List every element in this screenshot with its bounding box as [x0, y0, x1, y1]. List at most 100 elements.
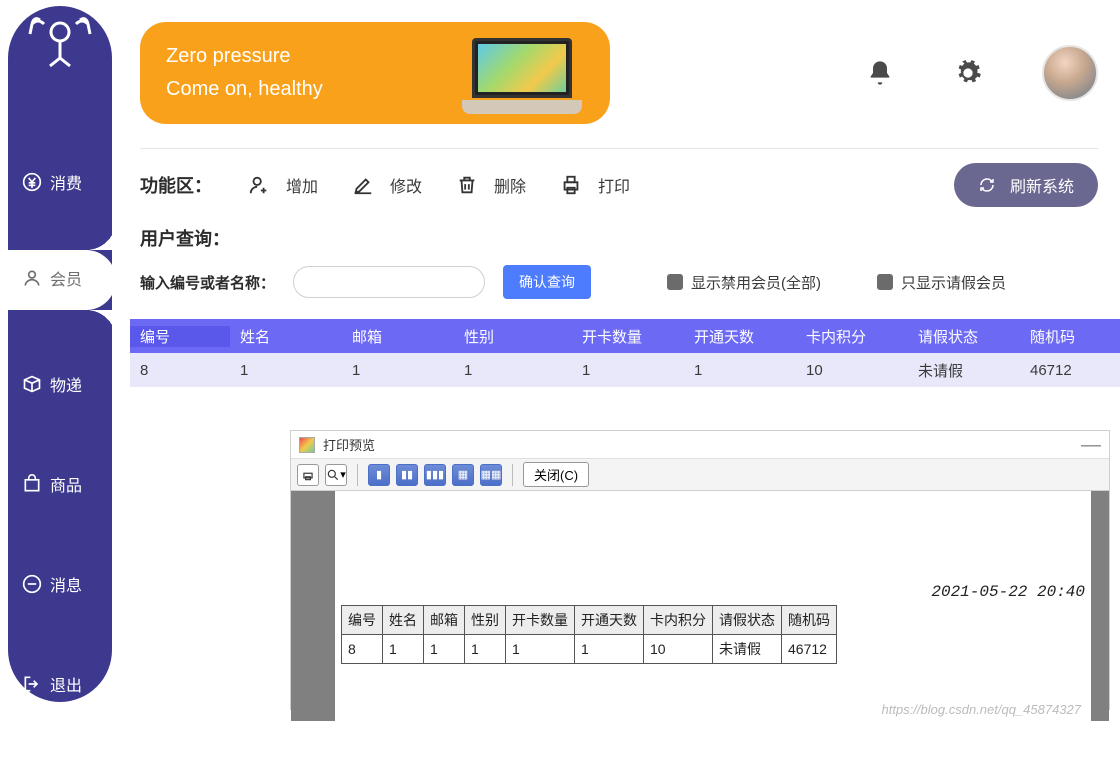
minimize-icon[interactable]: —	[1081, 439, 1101, 451]
th: 姓名	[383, 606, 424, 635]
nav-label: 商品	[50, 472, 82, 496]
printer-icon	[560, 174, 582, 196]
td: 46712	[782, 635, 837, 664]
td: 46712	[1020, 362, 1120, 379]
btn-label: 删除	[494, 173, 526, 197]
td: 10	[644, 635, 713, 664]
delete-button[interactable]: 删除	[450, 169, 532, 201]
th[interactable]: 姓名	[230, 326, 342, 347]
search-input[interactable]	[293, 266, 485, 298]
btn-label: 打印	[598, 173, 630, 197]
nav-goods[interactable]: 商品	[0, 462, 118, 506]
th[interactable]: 开通天数	[684, 326, 796, 347]
query-input-label: 输入编号或者名称：	[140, 272, 275, 293]
td: 1	[575, 635, 644, 664]
nav-consume[interactable]: 消费	[0, 160, 118, 204]
nav-member[interactable]: 会员	[0, 256, 118, 300]
nav-label: 物递	[50, 372, 82, 396]
banner: Zero pressure Come on, healthy	[140, 22, 610, 124]
member-table: 编号 姓名 邮箱 性别 开卡数量 开通天数 卡内积分 请假状态 随机码 8 1 …	[130, 319, 1120, 387]
avatar[interactable]	[1042, 45, 1098, 101]
print-page: 2021-05-22 20:40 编号 姓名 邮箱 性别 开卡数量 开通天数 卡…	[335, 491, 1091, 721]
nav-exit[interactable]: 退出	[0, 662, 118, 706]
td: 未请假	[908, 360, 1020, 381]
refresh-icon	[978, 176, 996, 194]
nav-label: 退出	[50, 672, 82, 696]
td: 1	[424, 635, 465, 664]
td: 1	[342, 362, 454, 379]
th[interactable]: 请假状态	[908, 326, 1020, 347]
print-button[interactable]: 打印	[554, 169, 636, 201]
th[interactable]: 卡内积分	[796, 326, 908, 347]
td: 8	[342, 635, 383, 664]
checkbox-icon	[667, 274, 683, 290]
function-label: 功能区：	[140, 172, 212, 198]
app-logo	[20, 14, 100, 74]
td: 1	[465, 635, 506, 664]
close-button[interactable]: 关闭(C)	[523, 462, 589, 487]
th[interactable]: 邮箱	[342, 326, 454, 347]
checkbox-show-leave[interactable]: 只显示请假会员	[877, 272, 1006, 293]
th[interactable]: 编号	[130, 326, 230, 347]
checkbox-icon	[877, 274, 893, 290]
th: 编号	[342, 606, 383, 635]
th: 邮箱	[424, 606, 465, 635]
package-icon	[22, 374, 42, 394]
td: 8	[130, 362, 230, 379]
message-icon	[22, 574, 42, 594]
watermark: https://blog.csdn.net/qq_45874327	[882, 702, 1082, 717]
td: 1	[684, 362, 796, 379]
query-row: 输入编号或者名称： 确认查询 显示禁用会员(全部) 只显示请假会员	[140, 265, 1098, 299]
th: 请假状态	[713, 606, 782, 635]
topbar: Zero pressure Come on, healthy	[140, 18, 1098, 128]
page-layout-1-icon[interactable]: ▮	[368, 464, 390, 486]
print-timestamp: 2021-05-22 20:40	[931, 583, 1085, 601]
td: 未请假	[713, 635, 782, 664]
nav-label: 消息	[50, 572, 82, 596]
goods-icon	[22, 474, 42, 494]
divider	[140, 148, 1098, 149]
th: 开卡数量	[506, 606, 575, 635]
confirm-query-button[interactable]: 确认查询	[503, 265, 591, 299]
btn-label: 刷新系统	[1010, 173, 1074, 197]
page-layout-4-icon[interactable]: ▦	[452, 464, 474, 486]
th[interactable]: 随机码	[1020, 326, 1120, 347]
page-layout-2-icon[interactable]: ▮▮	[396, 464, 418, 486]
zoom-icon[interactable]: ▾	[325, 464, 347, 486]
function-row: 功能区： 增加 修改 删除 打印 刷新系统	[140, 163, 1098, 207]
print-icon[interactable]	[297, 464, 319, 486]
exit-icon	[22, 674, 42, 694]
table-row[interactable]: 8 1 1 1 1 1 10 未请假 46712	[130, 353, 1120, 387]
nav-list: 消费 会员 物递 商品 消息 退出	[0, 160, 118, 762]
th: 随机码	[782, 606, 837, 635]
td: 1	[383, 635, 424, 664]
user-plus-icon	[248, 174, 270, 196]
refresh-button[interactable]: 刷新系统	[954, 163, 1098, 207]
btn-label: 修改	[390, 173, 422, 197]
top-actions	[866, 45, 1098, 101]
print-preview-titlebar[interactable]: 打印预览 —	[291, 431, 1109, 459]
nav-label: 会员	[50, 266, 82, 290]
nav-message[interactable]: 消息	[0, 562, 118, 606]
nav-label: 消费	[50, 170, 82, 194]
trash-icon	[456, 174, 478, 196]
print-toolbar: ▾ ▮ ▮▮ ▮▮▮ ▦ ▦▦ 关闭(C)	[291, 459, 1109, 491]
nav-delivery[interactable]: 物递	[0, 362, 118, 406]
checkbox-show-disabled[interactable]: 显示禁用会员(全部)	[667, 272, 821, 293]
th[interactable]: 性别	[454, 326, 572, 347]
print-preview-window: 打印预览 — ▾ ▮ ▮▮ ▮▮▮ ▦ ▦▦ 关闭(C) 2021-05-22 …	[290, 430, 1110, 710]
pencil-icon	[352, 174, 374, 196]
add-button[interactable]: 增加	[242, 169, 324, 201]
th: 开通天数	[575, 606, 644, 635]
th: 卡内积分	[644, 606, 713, 635]
td: 1	[572, 362, 684, 379]
bell-icon[interactable]	[866, 59, 894, 87]
page-layout-6-icon[interactable]: ▦▦	[480, 464, 502, 486]
table-header: 编号 姓名 邮箱 性别 开卡数量 开通天数 卡内积分 请假状态 随机码	[130, 319, 1120, 353]
chk-label: 只显示请假会员	[901, 272, 1006, 293]
edit-button[interactable]: 修改	[346, 169, 428, 201]
gear-icon[interactable]	[954, 59, 982, 87]
th[interactable]: 开卡数量	[572, 326, 684, 347]
print-canvas: 2021-05-22 20:40 编号 姓名 邮箱 性别 开卡数量 开通天数 卡…	[291, 491, 1109, 721]
page-layout-3-icon[interactable]: ▮▮▮	[424, 464, 446, 486]
